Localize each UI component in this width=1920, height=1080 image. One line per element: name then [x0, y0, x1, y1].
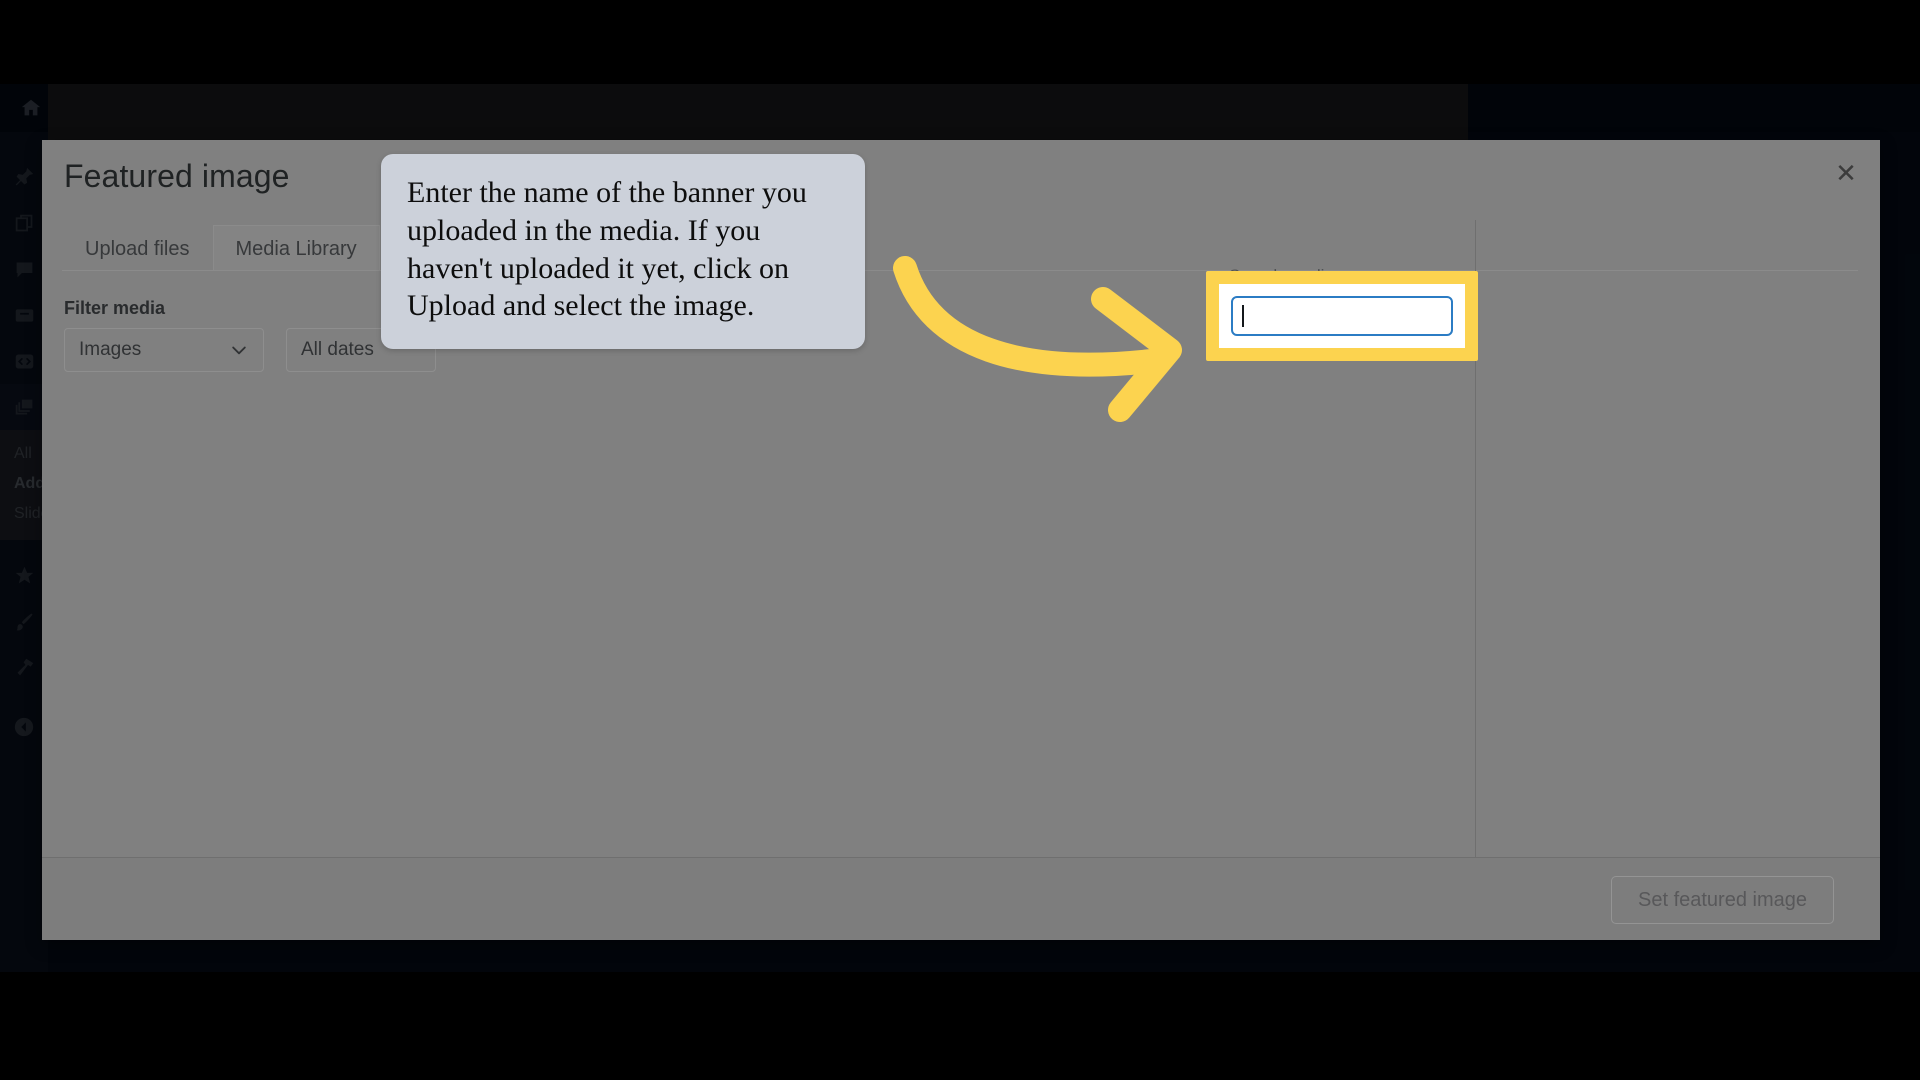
- search-input[interactable]: [1231, 296, 1453, 336]
- close-icon[interactable]: ✕: [1818, 146, 1874, 202]
- set-featured-image-button[interactable]: Set featured image: [1611, 876, 1834, 924]
- text-caret: [1242, 305, 1244, 327]
- filter-media-label: Filter media: [64, 298, 166, 318]
- modal-tabs: Upload files Media Library: [62, 225, 380, 270]
- featured-image-modal: ✕ Featured image Upload files Media Libr…: [42, 140, 1880, 940]
- instruction-callout: Enter the name of the banner you uploade…: [381, 154, 865, 350]
- media-type-select-value: Images: [79, 339, 142, 360]
- media-type-select[interactable]: Images: [64, 328, 264, 372]
- chevron-down-icon: [232, 346, 246, 355]
- tab-media-library[interactable]: Media Library: [212, 225, 380, 270]
- tab-upload-files[interactable]: Upload files: [62, 225, 213, 270]
- page-title: Featured image: [64, 158, 290, 194]
- letterbox-bottom: [0, 972, 1920, 1080]
- modal-footer: Set featured image: [42, 857, 1880, 940]
- tab-underline: [62, 270, 1858, 271]
- screen-root: Tiara By TJ | Welcome to Jwero.AI | Logo…: [0, 0, 1920, 1080]
- instruction-callout-text: Enter the name of the banner you uploade…: [407, 176, 807, 323]
- date-select-value: All dates: [301, 339, 374, 360]
